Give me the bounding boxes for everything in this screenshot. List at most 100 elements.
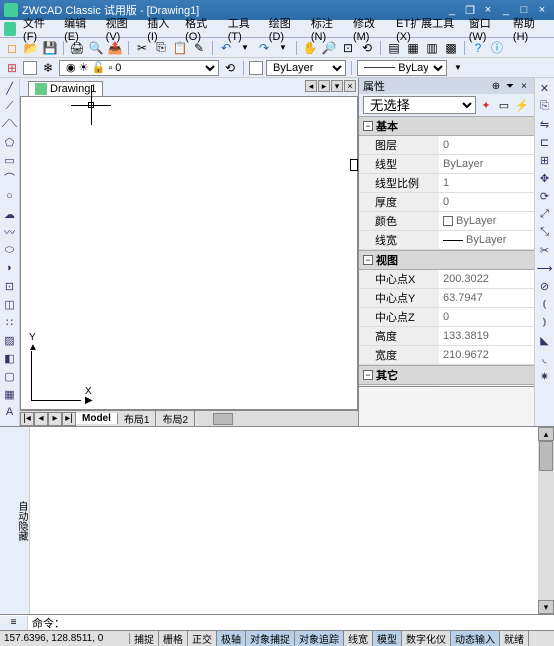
zoom-rt-icon[interactable]: 🔎 [321, 40, 337, 56]
explode-icon[interactable]: ✷ [537, 368, 553, 384]
copy-obj-icon[interactable]: ⎘ [537, 98, 553, 114]
menu-help[interactable]: 帮助(H) [508, 15, 550, 43]
copy-icon[interactable]: ⎘ [153, 40, 169, 56]
menu-tools[interactable]: 工具(T) [223, 15, 264, 43]
circle-icon[interactable]: ○ [2, 188, 18, 204]
chamfer-icon[interactable]: ◣ [537, 332, 553, 348]
status-动态输入[interactable]: 动态输入 [451, 631, 500, 646]
erase-icon[interactable]: ✕ [537, 80, 553, 96]
select-objects-icon[interactable]: ▭ [496, 97, 512, 113]
prop-value[interactable]: 210.9672 [439, 346, 534, 364]
point-icon[interactable]: ∷ [2, 314, 18, 330]
menu-ext[interactable]: ET扩展工具(X) [391, 15, 464, 43]
redo-icon[interactable]: ↷ [256, 40, 272, 56]
prop-row[interactable]: 颜色ByLayer [359, 212, 534, 231]
offset-icon[interactable]: ⊏ [537, 134, 553, 150]
rectangle-icon[interactable]: ▭ [2, 152, 18, 168]
sheet-prev-button[interactable]: ◂ [34, 412, 48, 426]
status-就绪[interactable]: 就绪 [500, 631, 529, 646]
tab-next-button[interactable]: ▸ [318, 80, 330, 92]
line-icon[interactable]: ╱ [2, 80, 18, 96]
prop-value[interactable]: 0 [439, 136, 534, 154]
stretch-icon[interactable]: ⤡ [537, 224, 553, 240]
status-对象追踪[interactable]: 对象追踪 [295, 631, 344, 646]
preview-icon[interactable]: 🔍 [88, 40, 104, 56]
prop-row[interactable]: 高度133.3819 [359, 327, 534, 346]
zoom-prev-icon[interactable]: ⟲ [359, 40, 375, 56]
prop-group-basic[interactable]: −基本 [359, 116, 534, 136]
polyline-icon[interactable]: ⟋⟍ [2, 116, 18, 132]
zoom-win-icon[interactable]: ⊡ [340, 40, 356, 56]
match-icon[interactable]: ✎ [191, 40, 207, 56]
doc-tab-drawing1[interactable]: Drawing1 [28, 81, 103, 96]
mtext-icon[interactable]: A [2, 404, 18, 420]
prop-value[interactable]: 200.3022 [439, 270, 534, 288]
coordinates[interactable]: 157.6396, 128.8511, 0 [0, 633, 130, 644]
status-正交[interactable]: 正交 [188, 631, 217, 646]
menu-format[interactable]: 格式(O) [180, 15, 223, 43]
tool-palettes-icon[interactable]: ▥ [424, 40, 440, 56]
prop-value[interactable]: 0 [439, 193, 534, 211]
undo-dd-icon[interactable]: ▼ [237, 40, 253, 56]
props-autohide-button[interactable]: ⏷ [504, 80, 516, 92]
status-数字化仪[interactable]: 数字化仪 [402, 631, 451, 646]
sheet-next-button[interactable]: ▸ [48, 412, 62, 426]
extend-icon[interactable]: ⟶ [537, 260, 553, 276]
redo-dd-icon[interactable]: ▼ [275, 40, 291, 56]
tab-layout1[interactable]: 布局1 [118, 411, 157, 426]
join-icon[interactable]: ⦆ [537, 314, 553, 330]
layer-state-dd[interactable] [23, 61, 37, 75]
status-栅格[interactable]: 栅格 [159, 631, 188, 646]
props-icon[interactable]: ▤ [386, 40, 402, 56]
xline-icon[interactable]: ⟋ [2, 98, 18, 114]
insert-icon[interactable]: ⊡ [2, 278, 18, 294]
hscroll[interactable] [199, 412, 358, 426]
fillet-icon[interactable]: ◟ [537, 350, 553, 366]
prop-value[interactable]: ByLayer [439, 231, 534, 249]
move-icon[interactable]: ✥ [537, 170, 553, 186]
pan-icon[interactable]: ✋ [302, 40, 318, 56]
linetype-dd-icon[interactable]: ▼ [450, 60, 466, 76]
prop-group-view[interactable]: −视图 [359, 250, 534, 270]
cmd-vscroll[interactable]: ▴ ▾ [538, 427, 554, 614]
menu-file[interactable]: 文件(F) [18, 15, 59, 43]
sheet-last-button[interactable]: ▸| [62, 412, 76, 426]
layer-select[interactable]: ◉ ☀ 🔓 ▫ 0 [59, 60, 219, 76]
mirror-icon[interactable]: ⇋ [537, 116, 553, 132]
about-icon[interactable]: ⓘ [489, 40, 505, 56]
prop-group-other[interactable]: −其它 [359, 365, 534, 385]
selection-filter[interactable]: 无选择 [363, 96, 476, 114]
paste-icon[interactable]: 📋 [172, 40, 188, 56]
tab-layout2[interactable]: 布局2 [156, 411, 195, 426]
design-icon[interactable]: ▦ [405, 40, 421, 56]
new-icon[interactable]: ◻ [4, 40, 20, 56]
menu-draw[interactable]: 绘图(D) [264, 15, 306, 43]
quick-select-icon[interactable]: ⚡ [514, 97, 530, 113]
menu-insert[interactable]: 插入(I) [142, 15, 180, 43]
prop-row[interactable]: 厚度0 [359, 193, 534, 212]
ellipse-icon[interactable]: ⬭ [2, 242, 18, 258]
prop-row[interactable]: 线型比例1 [359, 174, 534, 193]
prop-value[interactable]: 133.3819 [439, 327, 534, 345]
revcloud-icon[interactable]: ☁ [2, 206, 18, 222]
layer-mgr-icon[interactable]: ⊞ [4, 60, 20, 76]
rotate-icon[interactable]: ⟳ [537, 188, 553, 204]
print-icon[interactable]: 🖨 [69, 40, 85, 56]
open-icon[interactable]: 📂 [23, 40, 39, 56]
undo-icon[interactable]: ↶ [218, 40, 234, 56]
props-pin-button[interactable]: ⊕ [490, 80, 502, 92]
table-icon[interactable]: ▦ [2, 386, 18, 402]
prop-row[interactable]: 图层0 [359, 136, 534, 155]
calc-icon[interactable]: ▩ [443, 40, 459, 56]
arc-icon[interactable]: ⌒ [2, 170, 18, 186]
break-icon[interactable]: ⦅ [537, 296, 553, 312]
spline-icon[interactable]: 〰 [2, 224, 18, 240]
array-icon[interactable]: ⊞ [537, 152, 553, 168]
linetype-select[interactable]: ──── ByLayerByLayer [357, 60, 447, 76]
prop-value[interactable]: 1 [439, 174, 534, 192]
drawing-canvas[interactable]: ▲▶ Y X [20, 96, 358, 410]
prop-value[interactable]: ByLayer [439, 212, 534, 230]
prop-row[interactable]: 线宽ByLayer [359, 231, 534, 250]
ellipse-arc-icon[interactable]: ◗ [2, 260, 18, 276]
menu-modify[interactable]: 修改(M) [348, 15, 391, 43]
